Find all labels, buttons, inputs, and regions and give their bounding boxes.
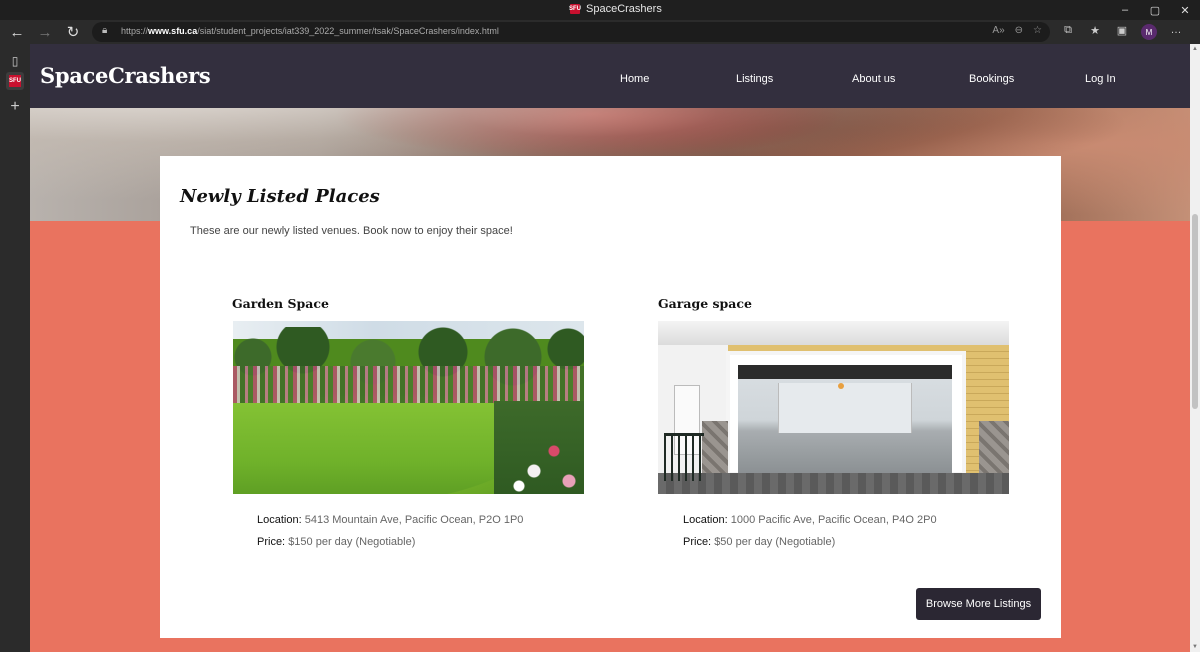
nav-home[interactable]: Home <box>620 73 649 85</box>
scrollbar-thumb[interactable] <box>1192 214 1198 409</box>
tab-actions-icon[interactable]: ▯ <box>6 52 24 70</box>
image-flower-border <box>494 401 584 494</box>
image-ceiling <box>738 365 952 379</box>
section-subtitle: These are our newly listed venues. Book … <box>190 225 513 237</box>
location-label: Location: <box>683 514 728 526</box>
location-label: Location: <box>257 514 302 526</box>
maximize-icon[interactable]: ▢ <box>1140 0 1170 20</box>
nav-listings[interactable]: Listings <box>736 73 773 85</box>
browser-tab[interactable]: SFU SpaceCrashers <box>569 3 662 15</box>
listing-price: Price: $150 per day (Negotiable) <box>257 536 415 548</box>
more-menu-icon[interactable]: … <box>1168 24 1184 40</box>
browse-more-listings-button[interactable]: Browse More Listings <box>916 588 1041 620</box>
collections-icon[interactable]: ▣ <box>1114 24 1130 40</box>
image-trim <box>658 321 1009 345</box>
new-listings-card: Newly Listed Places These are our newly … <box>160 156 1061 638</box>
window-controls: – ▢ ✕ <box>1110 0 1200 20</box>
sfu-favicon-icon: SFU <box>9 75 21 87</box>
address-bar[interactable]: 🔒︎ https://www.sfu.ca/siat/student_proje… <box>92 22 1050 42</box>
image-driveway <box>658 473 1009 494</box>
image-railing <box>664 433 704 481</box>
nav-bookings[interactable]: Bookings <box>969 73 1014 85</box>
listing-price: Price: $50 per day (Negotiable) <box>683 536 835 548</box>
tab-title: SpaceCrashers <box>586 3 662 15</box>
lock-icon[interactable]: 🔒︎ <box>102 25 107 36</box>
image-garage-interior <box>738 365 952 475</box>
sfu-favicon-icon: SFU <box>569 4 581 14</box>
image-back-wall <box>778 383 912 433</box>
price-label: Price: <box>683 536 712 548</box>
read-aloud-icon[interactable]: A» <box>992 25 1004 36</box>
refresh-icon[interactable]: ↻ <box>62 22 84 42</box>
url-text[interactable]: https://www.sfu.ca/siat/student_projects… <box>121 26 499 36</box>
listing-location: Location: 1000 Pacific Ave, Pacific Ocea… <box>683 514 937 526</box>
location-value: 1000 Pacific Ave, Pacific Ocean, P4O 2P0 <box>730 514 937 526</box>
profile-avatar[interactable]: M <box>1141 24 1157 40</box>
favorite-add-icon[interactable]: ☆ <box>1033 25 1042 36</box>
garden-space-image[interactable] <box>233 321 584 494</box>
browser-titlebar: SFU SpaceCrashers – ▢ ✕ <box>0 0 1200 20</box>
page-viewport: SpaceCrashers Home Listings About us Boo… <box>30 44 1190 652</box>
extensions-icon[interactable]: ⧉ <box>1060 24 1076 40</box>
section-title: Newly Listed Places <box>180 186 380 207</box>
page-scrollbar[interactable]: ▲ ▼ <box>1190 44 1200 652</box>
vertical-tabs-sidebar: ▯ SFU + <box>0 44 30 652</box>
site-header: SpaceCrashers Home Listings About us Boo… <box>30 44 1190 108</box>
scroll-up-icon[interactable]: ▲ <box>1190 46 1200 52</box>
address-bar-icons: A» ⊖ ☆ <box>992 25 1042 36</box>
nav-about-us[interactable]: About us <box>852 73 895 85</box>
sidebar-tab-spacecrashers[interactable]: SFU <box>6 72 24 90</box>
favorites-icon[interactable]: ★ <box>1087 24 1103 40</box>
garage-space-image[interactable] <box>658 321 1009 494</box>
price-label: Price: <box>257 536 286 548</box>
minimize-icon[interactable]: – <box>1110 0 1140 20</box>
nav-log-in[interactable]: Log In <box>1085 73 1116 85</box>
image-flowers <box>233 366 584 406</box>
forward-arrow-icon[interactable]: → <box>34 22 56 42</box>
listing-title[interactable]: Garden Space <box>232 296 329 311</box>
back-arrow-icon[interactable]: ← <box>6 22 28 42</box>
close-icon[interactable]: ✕ <box>1170 0 1200 20</box>
location-value: 5413 Mountain Ave, Pacific Ocean, P2O 1P… <box>304 514 524 526</box>
image-lamp <box>838 383 844 389</box>
browser-toolbar: ← → ↻ 🔒︎ https://www.sfu.ca/siat/student… <box>0 20 1200 44</box>
site-logo[interactable]: SpaceCrashers <box>40 63 211 88</box>
price-value: $150 per day (Negotiable) <box>288 536 416 548</box>
listing-title[interactable]: Garage space <box>658 296 752 311</box>
zoom-icon[interactable]: ⊖ <box>1015 25 1023 36</box>
listing-location: Location: 5413 Mountain Ave, Pacific Oce… <box>257 514 523 526</box>
browser-toolbar-icons: ⧉ ★ ▣ M … <box>1060 24 1184 40</box>
scroll-down-icon[interactable]: ▼ <box>1190 644 1200 650</box>
new-tab-icon[interactable]: + <box>6 98 24 116</box>
price-value: $50 per day (Negotiable) <box>714 536 836 548</box>
